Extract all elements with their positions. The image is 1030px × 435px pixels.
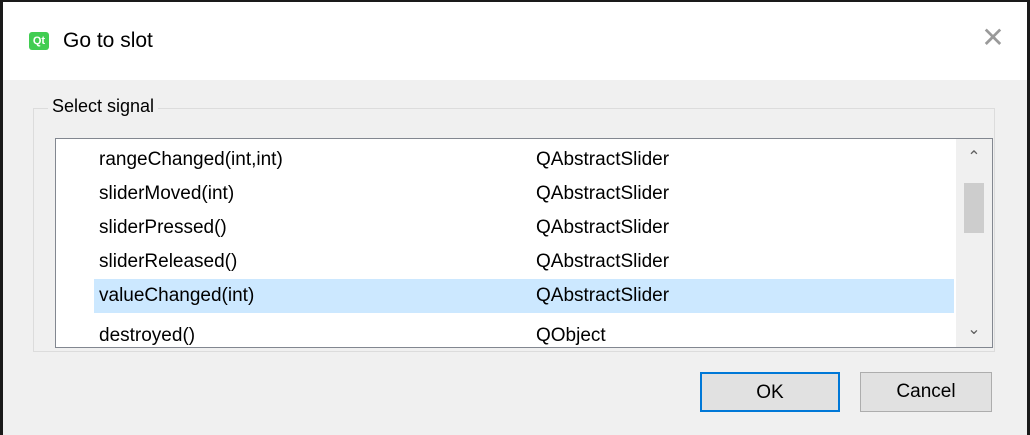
window-title: Go to slot <box>63 29 153 52</box>
signal-name: valueChanged(int) <box>99 285 255 306</box>
title-bar: Qt Go to slot ✕ <box>3 2 1027 80</box>
signal-name: destroyed() <box>99 325 196 346</box>
qt-app-icon: Qt <box>29 32 49 50</box>
signal-name: rangeChanged(int,int) <box>99 149 283 170</box>
groupbox-title: Select signal <box>48 96 159 117</box>
signal-name: sliderMoved(int) <box>99 183 235 204</box>
go-to-slot-dialog: Qt Go to slot ✕ Select signal rangeChang… <box>0 0 1030 435</box>
scrollbar-thumb[interactable] <box>964 183 984 233</box>
signal-row-selected[interactable]: valueChanged(int) QAbstractSlider <box>94 279 954 313</box>
chevron-down-icon[interactable]: ⌄ <box>956 315 992 345</box>
signal-list[interactable]: rangeChanged(int,int) QAbstractSlider sl… <box>55 138 993 348</box>
signal-name: sliderReleased() <box>99 251 238 272</box>
signal-row[interactable]: sliderPressed() QAbstractSlider <box>94 211 954 245</box>
vertical-scrollbar[interactable]: ⌃ ⌄ <box>956 139 992 347</box>
signal-class: QAbstractSlider <box>536 149 670 170</box>
signal-class: QAbstractSlider <box>536 251 670 272</box>
signal-row[interactable]: sliderMoved(int) QAbstractSlider <box>94 177 954 211</box>
signal-class: QAbstractSlider <box>536 217 670 238</box>
cancel-button[interactable]: Cancel <box>860 372 992 412</box>
signal-row[interactable]: rangeChanged(int,int) QAbstractSlider <box>94 143 954 177</box>
ok-button[interactable]: OK <box>700 372 840 412</box>
close-icon[interactable]: ✕ <box>979 24 1007 52</box>
chevron-up-icon[interactable]: ⌃ <box>956 143 992 173</box>
signal-class: QAbstractSlider <box>536 183 670 204</box>
signal-name: sliderPressed() <box>99 217 227 238</box>
signal-class: QAbstractSlider <box>536 285 670 306</box>
signal-row[interactable]: destroyed() QObject <box>94 319 954 347</box>
signal-row[interactable]: sliderReleased() QAbstractSlider <box>94 245 954 279</box>
signal-class: QObject <box>536 325 606 346</box>
